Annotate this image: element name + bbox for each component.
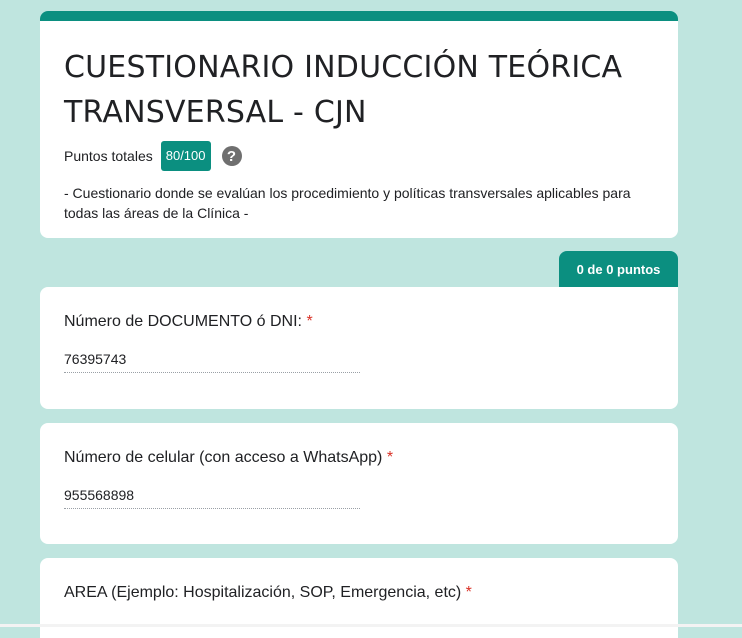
form-header-card: CUESTIONARIO INDUCCIÓN TEÓRICA TRANSVERS… [40,11,678,238]
question-title: Número de DOCUMENTO ó DNI: * [64,313,313,331]
answer-text-phone[interactable]: 955568898 [64,487,360,509]
form-title: CUESTIONARIO INDUCCIÓN TEÓRICA TRANSVERS… [64,50,623,130]
question-card-phone: Número de celular (con acceso a WhatsApp… [40,423,678,544]
question-title: Número de celular (con acceso a WhatsApp… [64,449,393,467]
answer-text-document[interactable]: 76395743 [64,351,360,373]
question-card-document: Número de DOCUMENTO ó DNI: * 76395743 [40,287,678,409]
required-asterisk: * [465,584,472,601]
question-title-text: Número de celular (con acceso a WhatsApp… [64,449,383,466]
question-title: AREA (Ejemplo: Hospitalización, SOP, Eme… [64,584,472,602]
required-asterisk: * [386,449,394,466]
form-description: - Cuestionario donde se evalúan los proc… [64,185,631,221]
required-asterisk: * [306,313,313,330]
help-circle-icon[interactable]: ? [221,146,242,166]
points-label: Puntos totales [64,148,153,164]
question-title-text: Número de DOCUMENTO ó DNI: [64,313,302,330]
points-row: Puntos totales 80/100 ? [64,141,654,171]
score-tab: 0 de 0 puntos [559,251,678,287]
points-badge: 80/100 [160,141,211,171]
header-accent-bar [40,11,678,21]
question-title-text: AREA (Ejemplo: Hospitalización, SOP, Eme… [64,584,462,601]
